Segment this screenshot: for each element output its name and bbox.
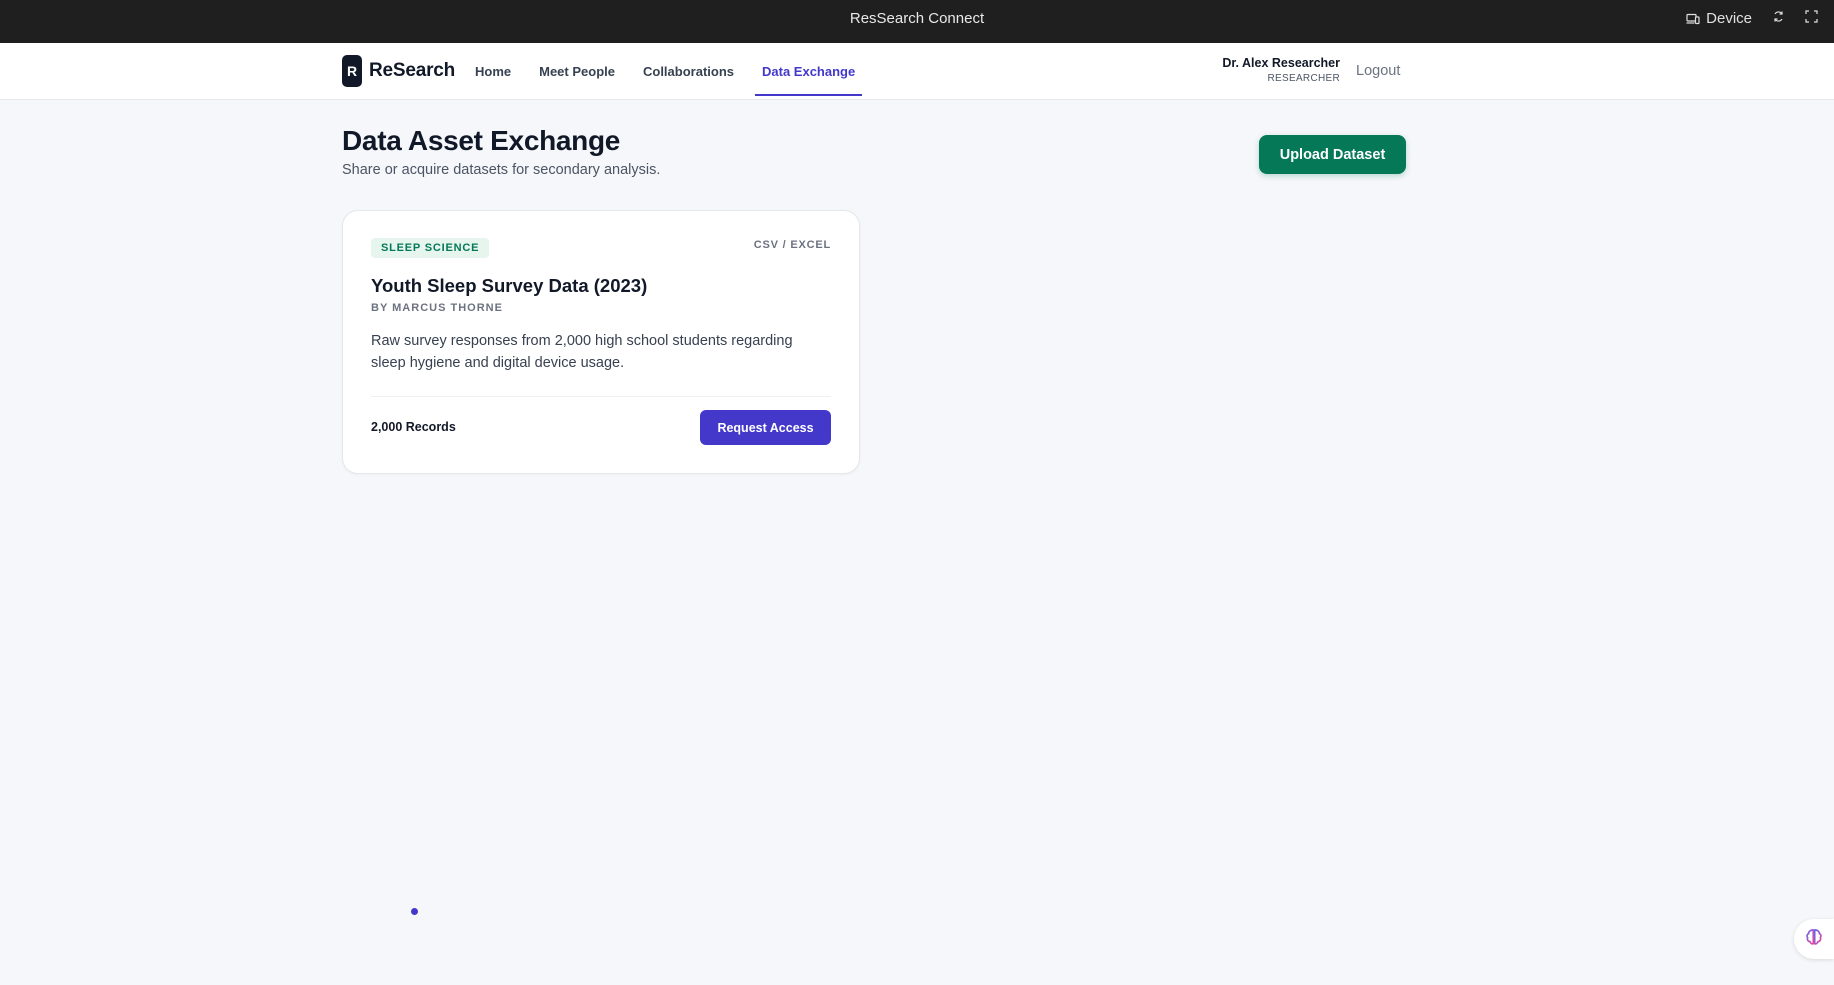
format-label: CSV / EXCEL bbox=[753, 239, 831, 251]
upload-dataset-button[interactable]: Upload Dataset bbox=[1259, 135, 1406, 174]
category-badge: SLEEP SCIENCE bbox=[371, 238, 490, 258]
logo-mark: R bbox=[342, 55, 362, 87]
main-navigation: R ReSearch Home Meet People Collaboratio… bbox=[0, 43, 1834, 100]
window-controls: Device bbox=[1686, 10, 1818, 27]
nav-links: Home Meet People Collaborations Data Exc… bbox=[468, 43, 876, 100]
window-title: ResSearch Connect bbox=[849, 10, 985, 27]
records-count: 2,000 Records bbox=[371, 420, 456, 434]
user-info: Dr. Alex Researcher RESEARCHER bbox=[1222, 56, 1340, 84]
device-button[interactable]: Device bbox=[1686, 10, 1752, 27]
logo[interactable]: R ReSearch bbox=[342, 55, 455, 87]
user-role: RESEARCHER bbox=[1267, 73, 1340, 84]
ai-assistant-icon bbox=[1804, 927, 1824, 952]
dataset-title: Youth Sleep Survey Data (2023) bbox=[371, 275, 648, 296]
request-access-button[interactable]: Request Access bbox=[700, 410, 831, 445]
nav-link-data-exchange[interactable]: Data Exchange bbox=[755, 43, 863, 100]
dataset-description: Raw survey responses from 2,000 high sch… bbox=[371, 333, 793, 371]
dataset-card: SLEEP SCIENCE CSV / EXCEL Youth Sleep Su… bbox=[342, 210, 860, 474]
nav-link-home[interactable]: Home bbox=[468, 43, 518, 100]
page-title: Data Asset Exchange bbox=[342, 125, 621, 156]
refresh-icon[interactable] bbox=[1772, 10, 1785, 27]
cursor-dot bbox=[411, 908, 418, 915]
user-name: Dr. Alex Researcher bbox=[1222, 56, 1340, 70]
nav-link-collaborations[interactable]: Collaborations bbox=[636, 43, 741, 100]
fullscreen-icon[interactable] bbox=[1805, 10, 1818, 27]
card-divider bbox=[371, 396, 831, 397]
window-title-bar: ResSearch Connect Device bbox=[0, 0, 1834, 43]
page-subtitle: Share or acquire datasets for secondary … bbox=[342, 162, 661, 178]
logout-button[interactable]: Logout bbox=[1356, 63, 1400, 79]
dataset-author: BY MARCUS THORNE bbox=[371, 302, 503, 314]
nav-link-meet-people[interactable]: Meet People bbox=[532, 43, 622, 100]
device-icon bbox=[1686, 13, 1700, 25]
logo-text: ReSearch bbox=[369, 60, 456, 81]
device-label: Device bbox=[1706, 10, 1752, 27]
ai-assistant-button[interactable] bbox=[1794, 919, 1834, 959]
